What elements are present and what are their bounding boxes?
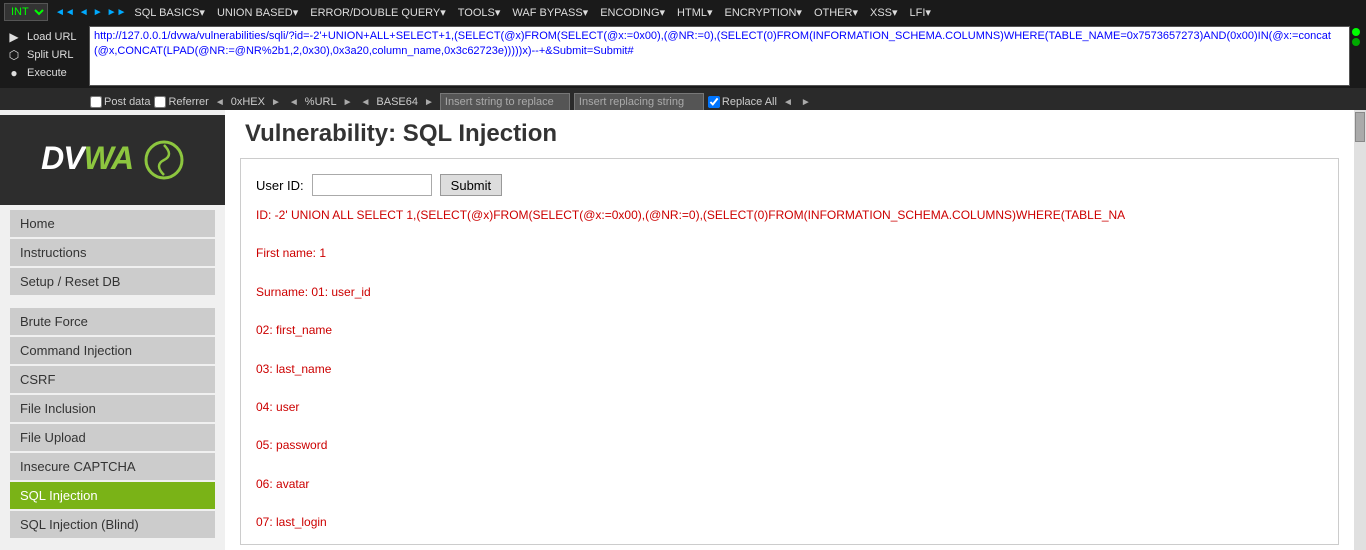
vuln-box: User ID: Submit ID: -2' UNION ALL SELECT… — [240, 158, 1339, 545]
menu-error-double[interactable]: ERROR/DOUBLE QUERY▾ — [305, 4, 451, 21]
referrer-text: Referrer — [168, 96, 208, 108]
replace-all-text: Replace All — [722, 96, 777, 108]
load-url-label: Load URL — [27, 31, 77, 43]
toolbar: INT ◄◄ ◄ ► ►► SQL BASICS▾ UNION BASED▾ E… — [0, 0, 1366, 110]
nav-instructions[interactable]: Instructions — [10, 239, 215, 266]
arrow-right-2[interactable]: ► — [341, 97, 355, 108]
sidebar: DVWA Home Instructions Setup / Reset DB … — [0, 110, 225, 550]
arrow-right-1[interactable]: ► — [269, 97, 283, 108]
url-bar: ▶ Load URL ⬡ Split URL ● Execute http://… — [0, 24, 1366, 88]
split-url-label: Split URL — [27, 49, 73, 61]
insert-replacing-input[interactable] — [574, 93, 704, 111]
menu-waf-bypass[interactable]: WAF BYPASS▾ — [507, 4, 593, 21]
nav-divider — [10, 300, 215, 308]
url-input[interactable]: http://127.0.0.1/dvwa/vulnerabilities/sq… — [89, 26, 1350, 86]
replace-all-checkbox[interactable] — [708, 96, 720, 108]
output-text: ID: -2' UNION ALL SELECT 1,(SELECT(@x)FR… — [256, 206, 1323, 545]
dvwa-dv: DV — [41, 140, 83, 176]
load-url-button[interactable]: ▶ Load URL — [4, 28, 89, 46]
menu-other[interactable]: OTHER▾ — [809, 4, 863, 21]
int-dropdown[interactable]: INT — [4, 3, 48, 21]
pcturl-label: %URL — [305, 96, 337, 108]
nav-first-arrow[interactable]: ◄◄ — [54, 7, 76, 18]
nav-file-inclusion[interactable]: File Inclusion — [10, 395, 215, 422]
nav-insecure-captcha[interactable]: Insecure CAPTCHA — [10, 453, 215, 480]
output-line-8: 07: last_login — [256, 513, 1323, 532]
post-data-checkbox[interactable] — [90, 96, 102, 108]
nav-file-upload[interactable]: File Upload — [10, 424, 215, 451]
split-url-button[interactable]: ⬡ Split URL — [4, 46, 89, 64]
page-title: Vulnerability: SQL Injection — [225, 110, 1354, 153]
menu-xss[interactable]: XSS▾ — [865, 4, 903, 21]
referrer-label[interactable]: Referrer — [154, 96, 208, 108]
url-text: http://127.0.0.1/dvwa/vulnerabilities/sq… — [94, 30, 1331, 57]
user-id-label: User ID: — [256, 178, 304, 193]
indicator-dot-2 — [1352, 38, 1360, 46]
post-data-text: Post data — [104, 96, 150, 108]
menu-sql-basics[interactable]: SQL BASICS▾ — [129, 4, 210, 21]
output-line-5: 04: user — [256, 398, 1323, 417]
user-id-form: User ID: Submit — [256, 174, 1323, 196]
nav-last-arrow[interactable]: ►► — [106, 7, 128, 18]
arrow-left-2[interactable]: ◄ — [287, 97, 301, 108]
oxhex-label: 0xHEX — [231, 96, 265, 108]
execute-button[interactable]: ● Execute — [4, 64, 89, 82]
arrow-left-3[interactable]: ◄ — [359, 97, 373, 108]
nav-home[interactable]: Home — [10, 210, 215, 237]
nav-brute-force[interactable]: Brute Force — [10, 308, 215, 335]
insert-string-input[interactable] — [440, 93, 570, 111]
menu-union-based[interactable]: UNION BASED▾ — [212, 4, 303, 21]
execute-icon: ● — [6, 65, 22, 81]
load-url-icon: ▶ — [6, 29, 22, 45]
dvwa-header: DVWA — [0, 115, 225, 205]
output-line-7: 06: avatar — [256, 475, 1323, 494]
post-data-label[interactable]: Post data — [90, 96, 150, 108]
arrow-left-1[interactable]: ◄ — [213, 97, 227, 108]
menu-bar: INT ◄◄ ◄ ► ►► SQL BASICS▾ UNION BASED▾ E… — [0, 0, 1366, 24]
nav-next-arrow[interactable]: ► — [92, 7, 104, 18]
base64-label: BASE64 — [376, 96, 418, 108]
scroll-thumb[interactable] — [1355, 112, 1365, 142]
execute-label: Execute — [27, 67, 67, 79]
left-actions: ▶ Load URL ⬡ Split URL ● Execute — [4, 26, 89, 82]
main-content: DVWA Home Instructions Setup / Reset DB … — [0, 110, 1366, 550]
menu-html[interactable]: HTML▾ — [672, 4, 717, 21]
dvwa-logo-icon — [144, 140, 184, 180]
nav-csrf[interactable]: CSRF — [10, 366, 215, 393]
output-line-1: First name: 1 — [256, 244, 1323, 263]
output-line-3: 02: first_name — [256, 321, 1323, 340]
arrow-left-4[interactable]: ◄ — [781, 97, 795, 108]
replace-all-label[interactable]: Replace All — [708, 96, 777, 108]
menu-encoding[interactable]: ENCODING▾ — [595, 4, 670, 21]
menu-encryption[interactable]: ENCRYPTION▾ — [720, 4, 807, 21]
output-line-2: Surname: 01: user_id — [256, 283, 1323, 302]
nav-setup-reset[interactable]: Setup / Reset DB — [10, 268, 215, 295]
nav-menu: Home Instructions Setup / Reset DB Brute… — [0, 205, 225, 545]
menu-tools[interactable]: TOOLS▾ — [453, 4, 506, 21]
nav-sql-injection-blind[interactable]: SQL Injection (Blind) — [10, 511, 215, 538]
nav-section-top: Home Instructions Setup / Reset DB — [10, 210, 215, 295]
output-line-6: 05: password — [256, 436, 1323, 455]
menu-lfi[interactable]: LFI▾ — [905, 4, 936, 21]
dvwa-logo: DVWA — [41, 140, 184, 181]
arrow-right-3[interactable]: ► — [422, 97, 436, 108]
output-line-0: ID: -2' UNION ALL SELECT 1,(SELECT(@x)FR… — [256, 206, 1323, 225]
user-id-input[interactable] — [312, 174, 432, 196]
referrer-checkbox[interactable] — [154, 96, 166, 108]
submit-button[interactable]: Submit — [440, 174, 502, 196]
nav-prev-arrow[interactable]: ◄ — [78, 7, 90, 18]
right-scrollbar — [1354, 110, 1366, 550]
nav-sql-injection[interactable]: SQL Injection — [10, 482, 215, 509]
split-url-icon: ⬡ — [6, 47, 22, 63]
output-line-4: 03: last_name — [256, 360, 1323, 379]
right-indicator — [1350, 26, 1362, 46]
nav-command-injection[interactable]: Command Injection — [10, 337, 215, 364]
arrow-right-4[interactable]: ► — [799, 97, 813, 108]
dvwa-wa: WA — [84, 140, 132, 176]
content-area: Vulnerability: SQL Injection User ID: Su… — [225, 110, 1354, 550]
indicator-dot-1 — [1352, 28, 1360, 36]
